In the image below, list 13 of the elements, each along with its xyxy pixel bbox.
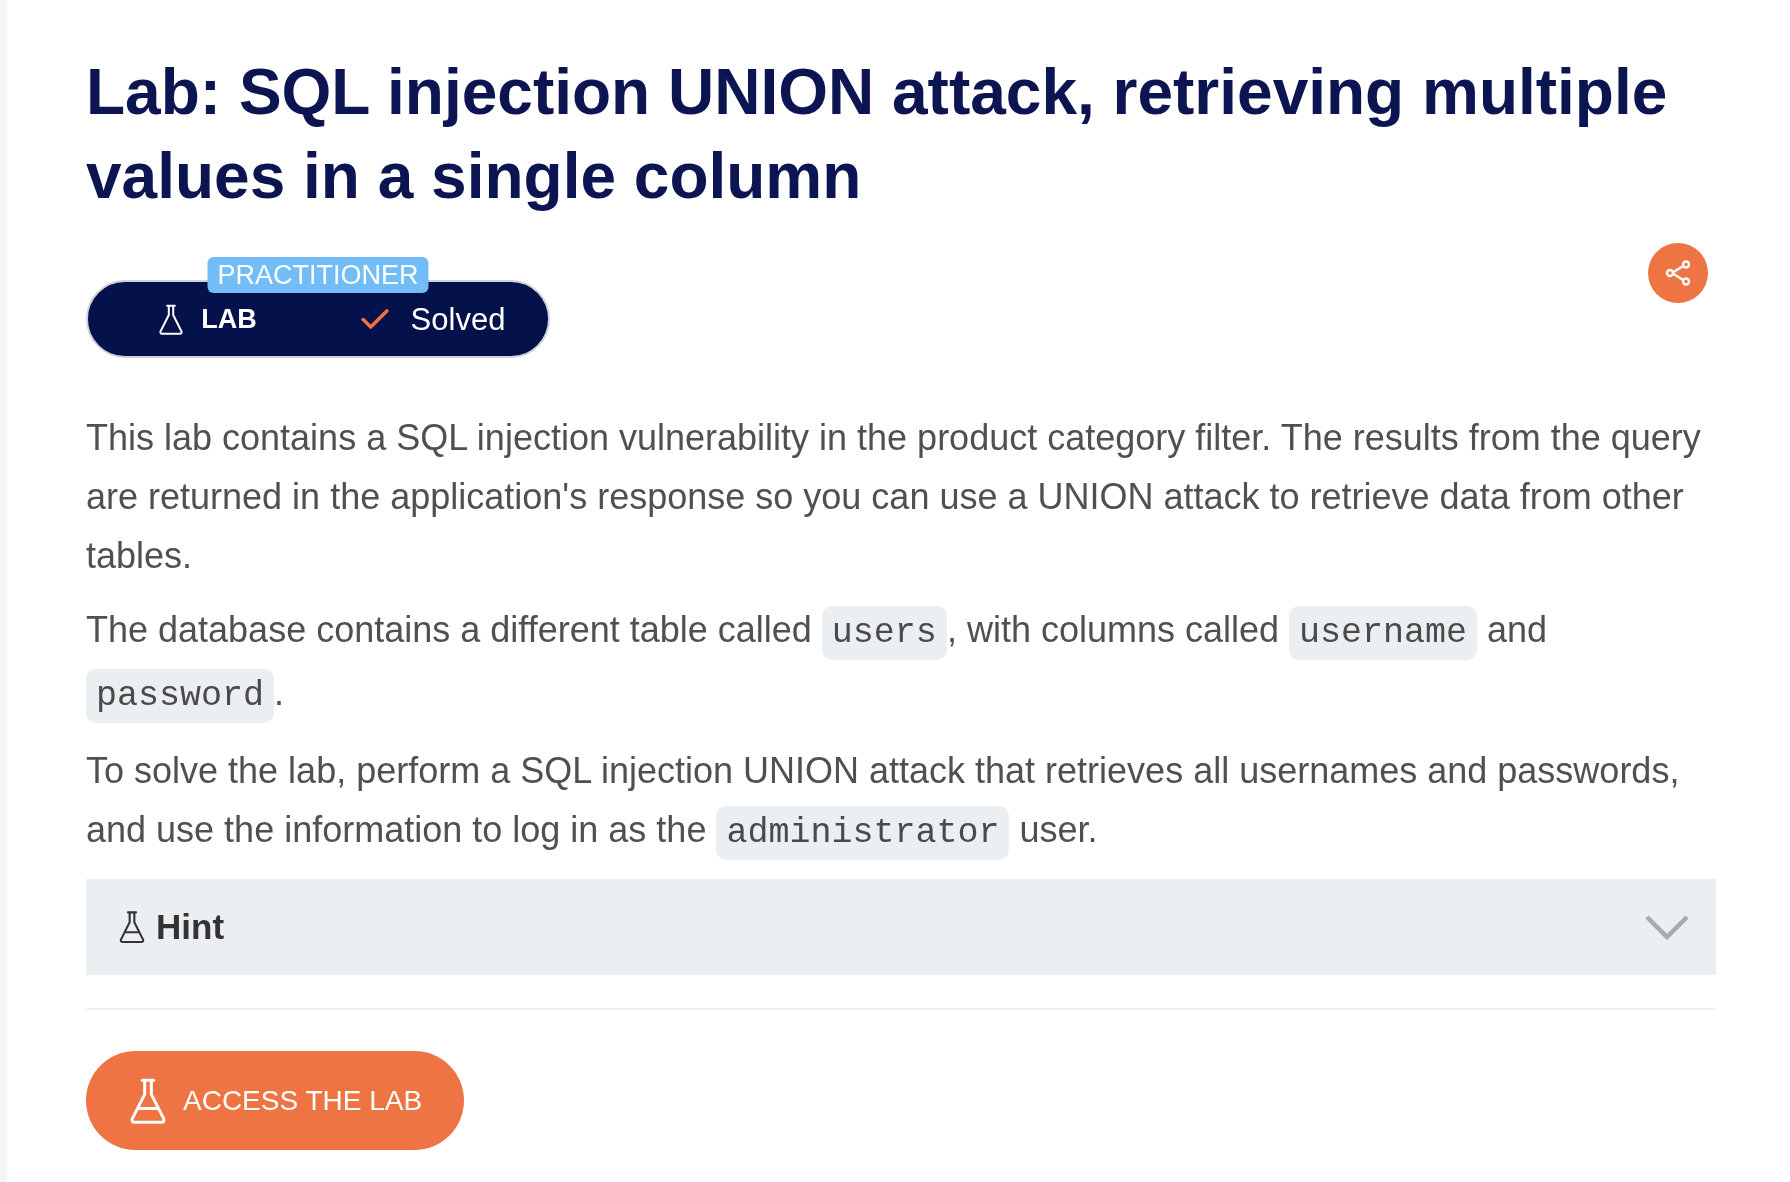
description-paragraph: The database contains a different table called users , with columns called username and password . bbox=[86, 600, 1716, 726]
description-paragraph: This lab contains a SQL injection vulnerability in the product category filter. The results from the query are returned in the application's response so you can use a UNION attack to retrieve data from other tables. bbox=[86, 416, 1702, 578]
share-button[interactable] bbox=[1648, 243, 1708, 303]
difficulty-tag: PRACTITIONER bbox=[207, 257, 429, 293]
share-icon bbox=[1665, 260, 1691, 286]
description-paragraph: To solve the lab, perform a SQL injection UNION attack that retrieves all usernames and passwords, and use the information to log in as the administrator user. bbox=[86, 741, 1716, 863]
page-title: Lab: SQL injection UNION attack, retrieving multiple values in a single column bbox=[86, 55, 1669, 214]
flask-icon bbox=[118, 909, 146, 945]
lab-type-label: LAB bbox=[201, 305, 257, 333]
flask-icon bbox=[128, 1076, 168, 1125]
status-label: Solved bbox=[410, 303, 506, 335]
hint-toggle[interactable]: Hint bbox=[86, 879, 1716, 975]
flask-icon bbox=[157, 303, 186, 335]
